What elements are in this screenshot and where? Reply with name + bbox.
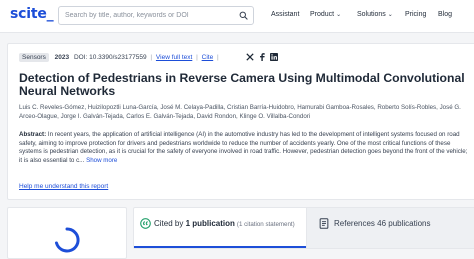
facebook-icon[interactable] [258,53,266,61]
nav-solutions-label: Solutions [357,11,386,18]
scite-logo[interactable]: scite_ [10,6,54,22]
journal-badge[interactable]: Sensors [19,53,49,62]
article-abstract: Abstract: In recent years, the applicati… [19,131,471,166]
logo-text: scite [10,6,47,22]
nav-pricing[interactable]: Pricing [405,11,426,18]
publication-year: 2023 [54,54,70,61]
top-navigation-bar: scite_ Assistant Product⌄ Solutions⌄ Pri… [0,0,474,33]
logo-underscore: _ [46,6,54,22]
article-authors: Luis C. Reveles-Gómez, Huizilopoztli Lun… [19,104,461,120]
article-card: Sensors 2023 DOI: 10.3390/s23177559 | Vi… [7,43,474,200]
abstract-label: Abstract: [19,131,47,138]
chevron-down-icon: ⌄ [387,12,393,18]
cited-by-prefix: Cited by [154,219,186,228]
citation-quote-icon [140,218,151,229]
references-label: References 46 publications [334,219,431,228]
search-input[interactable] [65,9,230,22]
cite-link[interactable]: Cite [202,54,214,61]
loading-panel [7,207,127,259]
cited-by-count: 1 publication [185,219,235,228]
view-full-text-link[interactable]: View full text [156,54,192,61]
tab-references[interactable]: References 46 publications [306,208,474,248]
twitter-icon[interactable] [246,53,254,61]
separator: | [150,54,153,61]
nav-blog[interactable]: Blog [438,11,452,18]
citation-statements-count: (1 citation statement) [236,221,295,228]
nav-solutions[interactable]: Solutions ⌄ [357,11,393,18]
nav-product-label: Product [310,11,335,18]
linkedin-icon[interactable] [270,53,278,61]
article-title: Detection of Pedestrians in Reverse Came… [19,71,465,98]
loading-spinner-icon [55,227,80,253]
citation-tabs: Cited by 1 publication (1 citation statem… [133,207,474,249]
nav-product[interactable]: Product ⌄ [310,11,341,18]
nav-pricing-label: Pricing [405,11,427,18]
search-icon[interactable] [239,11,248,20]
help-understand-report-link[interactable]: Help me understand this report [19,183,108,190]
nav-assistant[interactable]: Assistant [271,11,299,18]
separator: | [196,54,198,61]
separator: | [217,54,219,61]
references-document-icon [319,218,329,229]
article-meta-row: Sensors 2023 DOI: 10.3390/s23177559 | Vi… [19,53,221,62]
cited-by-text: Cited by 1 publication (1 citation statem… [154,219,295,228]
nav-blog-label: Blog [438,11,453,18]
tab-cited-by[interactable]: Cited by 1 publication (1 citation statem… [134,208,306,248]
show-more-link[interactable]: Show more [84,157,117,164]
chevron-down-icon: ⌄ [336,12,342,18]
nav-assistant-label: Assistant [271,11,300,18]
search-box [58,6,254,25]
doi-text[interactable]: DOI: 10.3390/s23177559 [74,54,147,61]
